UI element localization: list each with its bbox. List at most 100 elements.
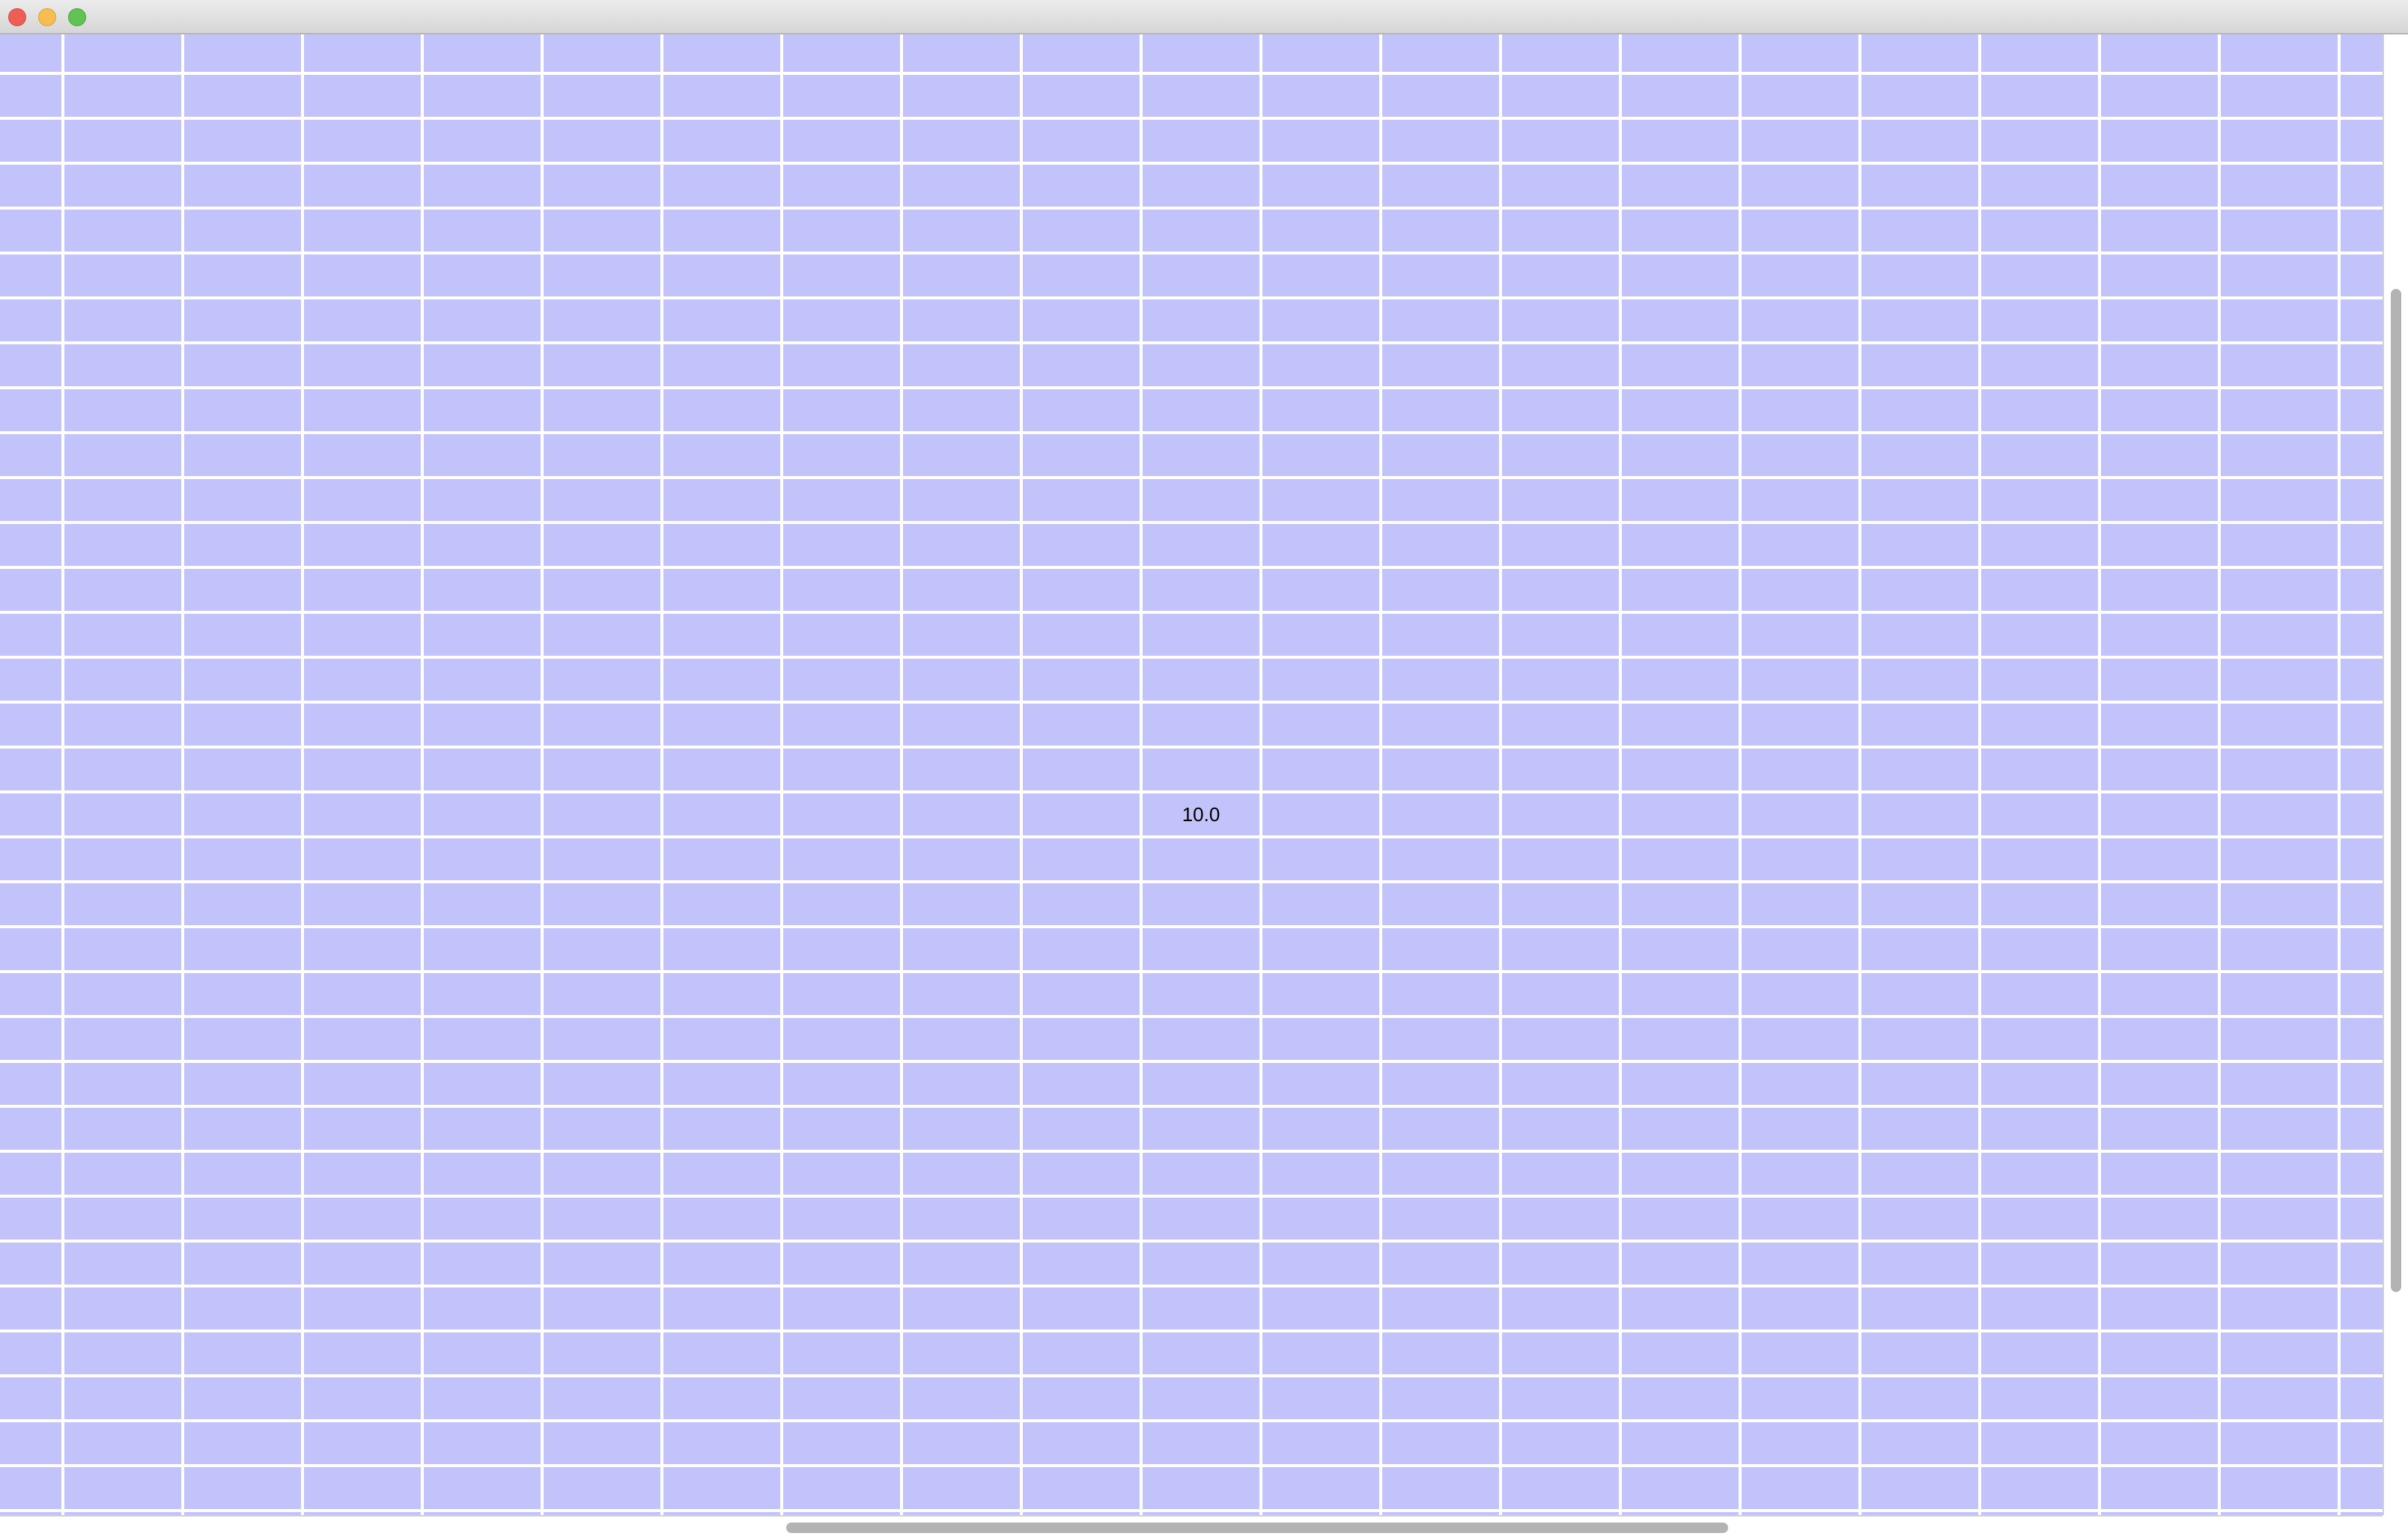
grid-cell[interactable] (1861, 793, 1978, 835)
grid-cell[interactable] (1262, 883, 1379, 925)
grid-cell[interactable] (783, 569, 900, 611)
grid-cell[interactable] (1502, 1153, 1619, 1195)
grid-cell[interactable] (304, 1243, 421, 1284)
grid-cell[interactable] (903, 344, 1020, 386)
grid-cell[interactable] (1262, 569, 1379, 611)
grid-cell[interactable] (903, 749, 1020, 790)
grid-cell[interactable] (903, 210, 1020, 252)
grid-cell[interactable] (783, 120, 900, 162)
grid-cell[interactable] (663, 928, 780, 970)
grid-cell[interactable] (663, 749, 780, 790)
grid-cell[interactable] (663, 1243, 780, 1284)
grid-cell[interactable] (903, 1108, 1020, 1150)
grid-cell[interactable] (1023, 210, 1140, 252)
grid-cell[interactable] (184, 120, 301, 162)
grid-cell[interactable] (1861, 255, 1978, 296)
grid-cell[interactable] (1861, 434, 1978, 476)
title-bar[interactable] (0, 0, 2408, 34)
grid-cell[interactable] (2221, 210, 2338, 252)
grid-cell[interactable] (1502, 344, 1619, 386)
grid-cell[interactable] (2341, 1422, 2383, 1464)
grid-cell[interactable] (1382, 1287, 1499, 1329)
grid-cell[interactable] (663, 165, 780, 207)
minimize-button[interactable] (38, 8, 56, 26)
grid-cell[interactable] (1622, 120, 1739, 162)
grid-cell[interactable] (2341, 34, 2383, 72)
grid-cell[interactable] (2221, 34, 2338, 72)
grid-cell[interactable] (1502, 614, 1619, 656)
grid-cell[interactable] (1382, 210, 1499, 252)
grid-cell[interactable] (903, 973, 1020, 1015)
grid-cell[interactable] (1382, 1153, 1499, 1195)
grid-cell[interactable] (1742, 1063, 1858, 1105)
grid-cell[interactable] (2341, 1243, 2383, 1284)
grid-cell[interactable] (1861, 1243, 1978, 1284)
grid-cell[interactable] (1023, 1018, 1140, 1060)
grid-cell[interactable] (2221, 1377, 2338, 1419)
grid-cell[interactable] (783, 1063, 900, 1105)
grid-cell[interactable] (64, 973, 181, 1015)
grid-cell[interactable] (2221, 165, 2338, 207)
grid-cell[interactable] (1861, 614, 1978, 656)
grid-cell[interactable] (663, 1198, 780, 1240)
grid-cell[interactable] (2221, 704, 2338, 746)
grid-cell[interactable] (1023, 1153, 1140, 1195)
grid-cell[interactable] (1742, 299, 1858, 341)
grid-cell[interactable] (1861, 299, 1978, 341)
grid-cell[interactable] (1382, 434, 1499, 476)
grid-cell[interactable] (1502, 704, 1619, 746)
grid-cell[interactable] (1981, 165, 2098, 207)
grid-cell[interactable] (1143, 34, 1259, 72)
grid-cell[interactable] (1502, 838, 1619, 880)
grid-cell[interactable] (663, 75, 780, 117)
grid-cell[interactable] (64, 1153, 181, 1195)
grid-cell[interactable] (1861, 973, 1978, 1015)
grid-cell[interactable] (304, 1377, 421, 1419)
grid-cell[interactable] (0, 569, 61, 611)
grid-cell[interactable] (0, 1198, 61, 1240)
grid-cell[interactable] (1981, 1108, 2098, 1150)
grid-cell[interactable] (903, 793, 1020, 835)
grid-cell[interactable] (544, 704, 660, 746)
grid-cell[interactable] (2341, 928, 2383, 970)
grid-cell[interactable] (1262, 165, 1379, 207)
grid-cell[interactable] (1143, 1422, 1259, 1464)
grid-cell[interactable] (1023, 389, 1140, 431)
grid-cell[interactable] (2101, 1332, 2218, 1374)
grid-cell[interactable] (783, 749, 900, 790)
grid-cell[interactable] (663, 434, 780, 476)
grid-cell[interactable] (1622, 569, 1739, 611)
grid-cell[interactable] (1143, 299, 1259, 341)
grid-cell[interactable] (783, 1422, 900, 1464)
grid-cell[interactable] (304, 165, 421, 207)
grid-cell[interactable] (1023, 659, 1140, 701)
grid-cell[interactable] (663, 1377, 780, 1419)
grid-cell[interactable] (1981, 524, 2098, 566)
grid-cell[interactable] (64, 1332, 181, 1374)
grid-cell[interactable] (1861, 928, 1978, 970)
grid-cell[interactable] (184, 569, 301, 611)
grid-cell[interactable] (783, 883, 900, 925)
grid-cell[interactable] (544, 344, 660, 386)
grid-cell[interactable] (903, 1243, 1020, 1284)
grid-cell[interactable] (2221, 120, 2338, 162)
grid-cell[interactable] (544, 299, 660, 341)
grid-cell[interactable] (1742, 165, 1858, 207)
grid-cell[interactable] (1742, 1467, 1858, 1509)
grid-cell[interactable] (783, 434, 900, 476)
grid-cell[interactable] (2341, 793, 2383, 835)
grid-cell[interactable] (2341, 1467, 2383, 1509)
grid-cell[interactable] (1502, 524, 1619, 566)
grid-cell[interactable] (304, 928, 421, 970)
grid-cell[interactable] (1622, 299, 1739, 341)
grid-cell[interactable] (544, 165, 660, 207)
grid-cell[interactable] (1981, 434, 2098, 476)
grid-cell[interactable] (424, 1467, 541, 1509)
grid-cell[interactable] (783, 659, 900, 701)
grid-cell[interactable] (544, 255, 660, 296)
grid-cell[interactable] (1622, 793, 1739, 835)
grid-cell[interactable] (64, 120, 181, 162)
grid-cell[interactable] (2341, 1108, 2383, 1150)
grid-cell[interactable] (1143, 883, 1259, 925)
grid-cell[interactable] (783, 389, 900, 431)
